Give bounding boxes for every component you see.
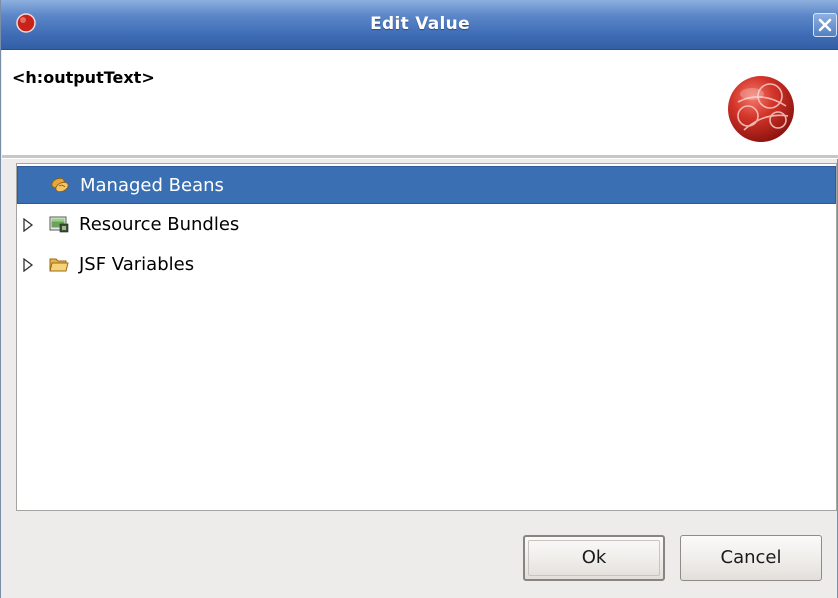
dialog-header: <h:outputText> bbox=[2, 50, 838, 155]
window-title: Edit Value bbox=[370, 14, 470, 34]
cancel-button-label: Cancel bbox=[720, 547, 782, 568]
tree-item-jsf-variables[interactable]: JSF Variables bbox=[17, 246, 836, 284]
folder-icon bbox=[49, 258, 69, 272]
close-icon bbox=[818, 18, 832, 32]
red-globe-logo-icon bbox=[728, 76, 794, 142]
close-button[interactable] bbox=[813, 13, 837, 37]
header-title: <h:outputText> bbox=[12, 68, 155, 87]
header-separator bbox=[2, 155, 838, 159]
ok-button[interactable]: Ok bbox=[523, 535, 665, 581]
tree-item-label: Managed Beans bbox=[80, 175, 224, 196]
resource-bundle-icon bbox=[49, 216, 69, 233]
beans-icon bbox=[51, 177, 69, 193]
title-bar[interactable]: Edit Value bbox=[1, 0, 838, 50]
variables-tree[interactable]: Managed Beans Resource Bundles JSF Varia… bbox=[16, 163, 837, 511]
expand-arrow-icon[interactable] bbox=[22, 258, 34, 272]
focus-ring bbox=[528, 540, 660, 576]
tree-item-resource-bundles[interactable]: Resource Bundles bbox=[17, 206, 836, 244]
tree-item-managed-beans[interactable]: Managed Beans bbox=[17, 166, 836, 204]
cancel-button[interactable]: Cancel bbox=[680, 535, 822, 581]
expand-arrow-icon[interactable] bbox=[22, 218, 34, 232]
tree-item-label: JSF Variables bbox=[79, 254, 195, 275]
tree-item-label: Resource Bundles bbox=[79, 214, 240, 235]
edit-value-dialog: Edit Value <h:outputText> Managed Beans … bbox=[0, 0, 838, 598]
